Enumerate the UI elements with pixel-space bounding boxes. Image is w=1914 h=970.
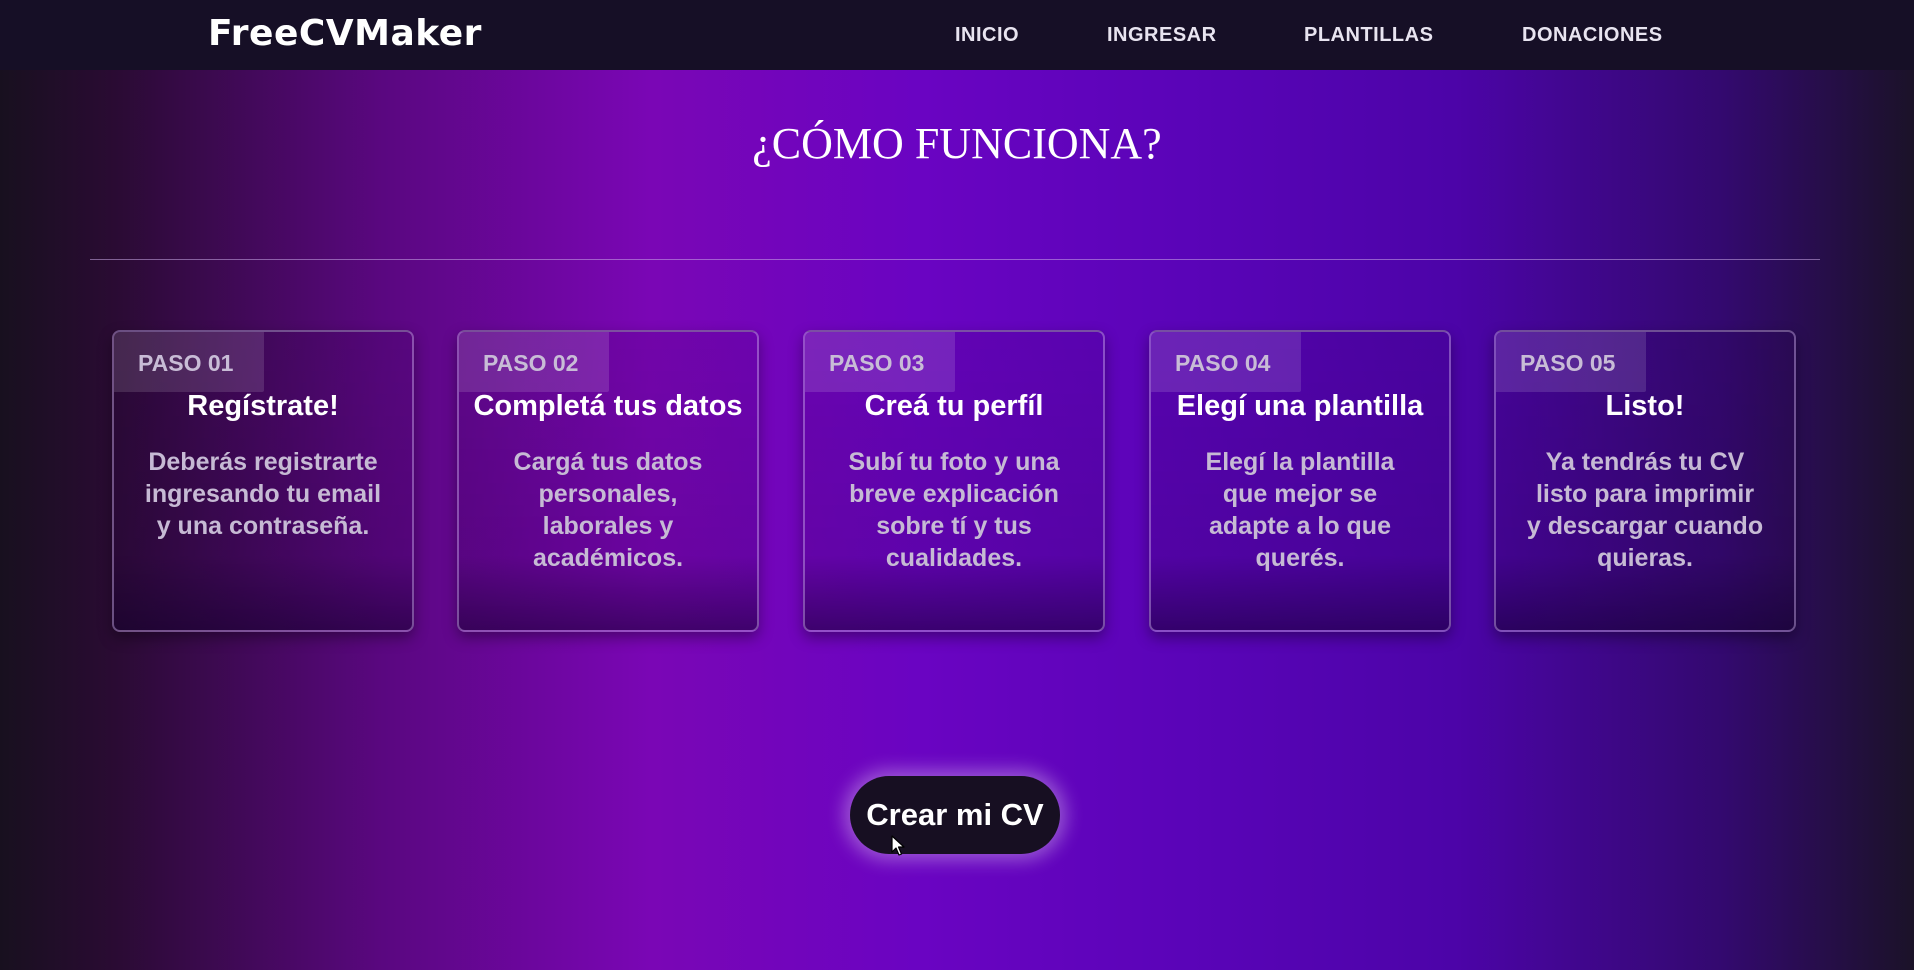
step-description: Subí tu foto y una breve explicación sob… <box>848 448 1060 572</box>
nav-link-plantillas[interactable]: PLANTILLAS <box>1304 24 1433 47</box>
step-description: Cargá tus datos personales, laborales y … <box>513 448 703 572</box>
step-card-04: PASO 04 Elegí una plantilla Elegí la pla… <box>1149 330 1451 632</box>
step-title: Creá tu perfíl <box>864 390 1044 422</box>
step-badge: PASO 03 <box>805 332 955 392</box>
step-description: Elegí la plantilla que mejor se adapte a… <box>1205 448 1395 572</box>
step-badge: PASO 02 <box>459 332 609 392</box>
step-badge-label: PASO 05 <box>1520 350 1616 376</box>
step-badge-label: PASO 02 <box>483 350 579 376</box>
step-title: Regístrate! <box>187 390 339 422</box>
page-title: ¿CÓMO FUNCIONA? <box>752 119 1162 168</box>
mouse-cursor-icon <box>891 835 905 856</box>
step-card-03: PASO 03 Creá tu perfíl Subí tu foto y un… <box>803 330 1105 632</box>
main-nav: INICIO INGRESAR PLANTILLAS DONACIONES <box>0 24 1914 48</box>
step-description: Ya tendrás tu CV listo para imprimir y d… <box>1526 448 1764 572</box>
step-title: Completá tus datos <box>473 390 743 422</box>
top-navbar: FreeCVMaker INICIO INGRESAR PLANTILLAS D… <box>0 0 1914 70</box>
nav-link-inicio[interactable]: INICIO <box>955 24 1019 47</box>
step-badge-label: PASO 03 <box>829 350 925 376</box>
step-title: Elegí una plantilla <box>1176 390 1424 422</box>
step-badge-label: PASO 01 <box>138 350 234 376</box>
step-description: Deberás registrarte ingresando tu email … <box>144 448 382 540</box>
step-card-01: PASO 01 Regístrate! Deberás registrarte … <box>112 330 414 632</box>
step-badge: PASO 04 <box>1151 332 1301 392</box>
step-badge: PASO 05 <box>1496 332 1646 392</box>
step-title: Listo! <box>1605 390 1685 422</box>
create-cv-button[interactable]: Crear mi CV <box>850 776 1060 854</box>
step-card-05: PASO 05 Listo! Ya tendrás tu CV listo pa… <box>1494 330 1796 632</box>
nav-link-ingresar[interactable]: INGRESAR <box>1107 24 1217 47</box>
nav-link-donaciones[interactable]: DONACIONES <box>1522 24 1663 47</box>
section-divider <box>90 259 1820 260</box>
step-card-02: PASO 02 Completá tus datos Cargá tus dat… <box>457 330 759 632</box>
step-badge-label: PASO 04 <box>1175 350 1271 376</box>
step-badge: PASO 01 <box>114 332 264 392</box>
